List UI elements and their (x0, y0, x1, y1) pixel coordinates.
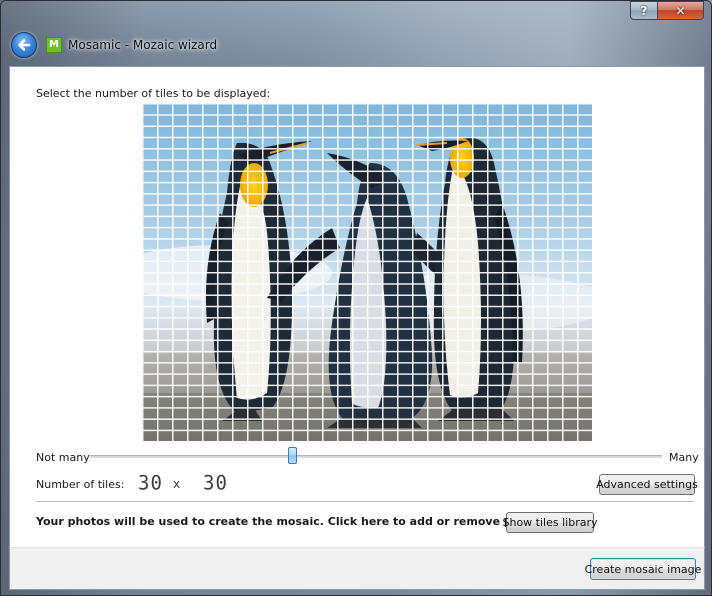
app-icon: M (46, 37, 62, 53)
mosaic-preview (142, 103, 592, 441)
show-tiles-library-button[interactable]: Show tiles library (503, 512, 598, 533)
back-button[interactable] (11, 32, 37, 58)
app-icon-letter: M (49, 39, 59, 50)
create-mosaic-button[interactable]: Create mosaic image (585, 558, 701, 580)
tiles-columns-value: 30 (138, 471, 163, 495)
window-title: Mosamic - Mozaic wizard (68, 38, 218, 52)
tiles-slider-track[interactable] (90, 455, 662, 459)
advanced-settings-button[interactable]: Advanced settings (596, 474, 698, 495)
slider-max-label: Many (669, 451, 699, 464)
wizard-content: Select the number of tiles to be display… (9, 66, 705, 547)
help-icon: ? (640, 3, 648, 18)
times-sign: x (173, 477, 181, 491)
back-arrow-icon (18, 39, 31, 51)
caption-buttons: ? ✕ (630, 1, 704, 20)
tiles-count-label: Number of tiles: (36, 478, 125, 491)
close-button[interactable]: ✕ (658, 1, 704, 20)
help-button[interactable]: ? (630, 1, 658, 20)
wizard-window: ? ✕ M Mosamic - Mozaic wizard Select the… (0, 0, 712, 596)
tiles-slider-thumb[interactable] (288, 447, 298, 464)
close-icon: ✕ (675, 3, 686, 18)
wizard-footer: Create mosaic image (9, 547, 705, 590)
section-divider (36, 501, 694, 502)
slider-min-label: Not many (36, 451, 90, 464)
penguins-photo (142, 103, 592, 441)
tiles-rows-value: 30 (203, 471, 228, 495)
tiles-prompt: Select the number of tiles to be display… (36, 87, 271, 100)
photos-prompt: Your photos will be used to create the m… (36, 515, 551, 528)
